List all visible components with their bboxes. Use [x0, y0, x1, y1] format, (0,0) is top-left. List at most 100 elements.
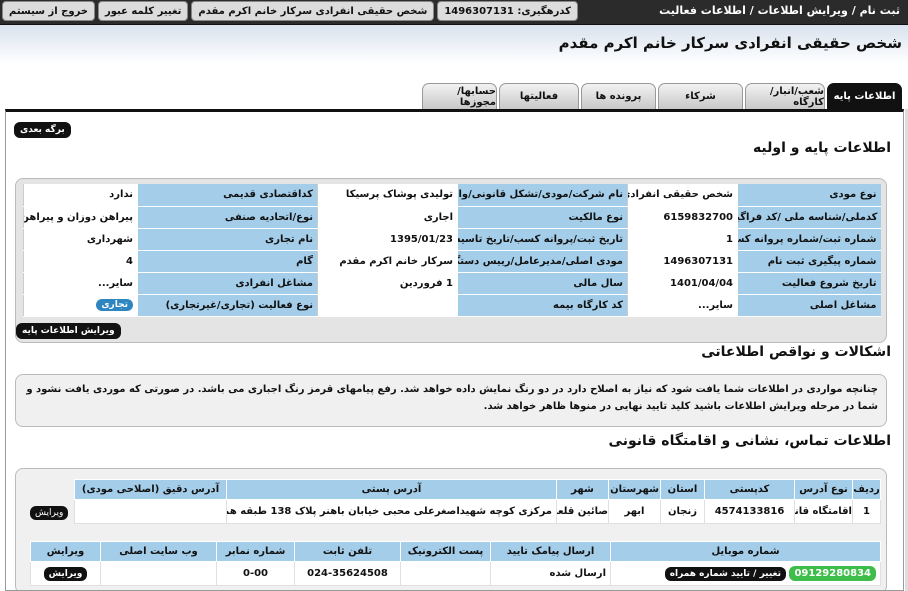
edit-basic-info-button[interactable]: ویرایش اطلاعات پایه — [16, 323, 121, 339]
info-value: تولیدی پوشاک پرسیکا — [317, 184, 458, 207]
info-label: نوع/اتحادیه صنفی — [137, 206, 318, 229]
info-value: 4 — [23, 250, 138, 273]
top-bar: ثبت نام / ویرایش اطلاعات / اطلاعات فعالی… — [0, 0, 908, 25]
exit-button[interactable]: خروج از سیستم — [2, 1, 96, 21]
contact-table: شماره موبایل ارسال پیامک تایید پست الکترون… — [30, 541, 881, 586]
column-header: وب سایت اصلی — [100, 541, 217, 562]
column-header: آدرس دقیق (اصلاحی مودی) — [74, 479, 227, 500]
tab-basic-info[interactable]: اطلاعات پایه — [827, 83, 902, 109]
info-row: نوع مودی شخص حقیقی انفرادی نام شرکت/مودی/ت… — [23, 184, 881, 207]
info-label: کدملی/شناسه ملی /کد فراگیر — [737, 206, 881, 229]
sms-status: ارسال شده — [490, 561, 611, 586]
address-cell: اقامتگاه قانونی — [794, 499, 853, 524]
column-header: کدپستی — [704, 479, 795, 500]
tracking-code-label: کدرهگیری: — [517, 6, 571, 17]
activity-type-badge: تجاری — [96, 299, 133, 311]
info-value: 6159832700 — [627, 206, 738, 229]
tab-activities[interactable]: فعالیتها — [499, 83, 579, 109]
mobile-number: 09129280834 — [789, 566, 876, 581]
mobile-cell: 09129280834 تغییر / تایید شماره همراه — [610, 561, 881, 586]
column-header: شماره موبایل — [610, 541, 881, 562]
info-value: سایر... — [627, 294, 738, 317]
contact-edit-button[interactable]: ویرایش — [43, 566, 88, 581]
table-row: 1اقامتگاه قانونی4574133816زنجانابهرصائین… — [74, 499, 881, 524]
issues-notice: چنانچه مواردی در اطلاعات شما یافت شود که… — [15, 374, 887, 427]
info-value: 1401/04/04 — [627, 272, 738, 295]
column-header: شهر — [556, 479, 609, 500]
next-page-button[interactable]: برگه بعدی — [14, 122, 71, 138]
info-value: اجاری — [317, 206, 458, 229]
column-header: پست الکترونیک — [400, 541, 491, 562]
address-cell: زنجان — [660, 499, 705, 524]
info-row: تاریخ شروع فعالیت 1401/04/04 سال مالی 1 فرو… — [23, 272, 881, 295]
address-cell: صائین قلعه — [556, 499, 609, 524]
tracking-code-value: 1496307131 — [444, 6, 514, 17]
tab-bar: اطلاعات پایه شعب/انبار/کارگاه شرکاء پرون… — [422, 83, 902, 109]
info-value: شخص حقیقی انفرادی — [627, 184, 738, 207]
info-row: شماره پیگیری ثبت نام 1496307131 مودی اصلی/… — [23, 250, 881, 273]
info-label: مشاغل انفرادی — [137, 272, 318, 295]
phone-cell: 024-35624508 — [294, 561, 401, 586]
address-table: ردیف نوع آدرس کدپستی استان شهرستان شهر آدرس پس… — [74, 479, 881, 524]
info-row: کدملی/شناسه ملی /کد فراگیر 6159832700 نوع … — [23, 206, 881, 229]
info-label: نوع فعالیت (تجاری/غیرتجاری) — [137, 294, 318, 317]
info-label: تاریخ شروع فعالیت — [737, 272, 881, 295]
info-label: نوع مالکیت — [457, 206, 628, 229]
info-row: مشاغل اصلی سایر... کد کارگاه بیمه نوع فعالی… — [23, 294, 881, 317]
info-value: شهرداری — [23, 228, 138, 251]
column-header: آدرس پستی — [226, 479, 557, 500]
info-value: سرکار خانم اکرم مقدم — [317, 250, 458, 273]
info-value: سایر... — [23, 272, 138, 295]
info-value: 1 فروردین — [317, 272, 458, 295]
mobile-change-button[interactable]: تغییر / تایید شماره همراه — [664, 567, 786, 581]
tab-files[interactable]: پرونده ها — [581, 83, 656, 109]
info-label: شماره پیگیری ثبت نام — [737, 250, 881, 273]
contact-edit-cell: ویرایش — [30, 561, 101, 586]
column-header: تلفن ثابت — [294, 541, 401, 562]
basic-section-title: اطلاعات پایه و اولیه — [752, 140, 891, 156]
column-header: استان — [660, 479, 705, 500]
address-cell: ابهر — [608, 499, 661, 524]
info-label: کد کارگاه بیمه — [457, 294, 628, 317]
issues-title: اشکالات و نواقص اطلاعاتی — [701, 344, 891, 360]
tab-accounts-licenses[interactable]: حسابها/مجوزها — [422, 83, 497, 109]
address-edit-button[interactable]: ویرایش — [30, 506, 69, 520]
info-label: مودی اصلی/مدیرعامل/رییس دستگاه — [457, 250, 628, 273]
basic-info-table: نوع مودی شخص حقیقی انفرادی نام شرکت/مودی/ت… — [23, 184, 881, 317]
info-label: گام — [137, 250, 318, 273]
info-value: تجاری — [23, 294, 138, 317]
tab-partners[interactable]: شرکاء — [658, 83, 743, 109]
info-label: تاریخ ثبت/پروانه کسب/تاریخ تاسیس — [457, 228, 628, 251]
address-section-title: اطلاعات تماس، نشانی و اقامتگاه قانونی — [608, 433, 891, 449]
info-value: 1496307131 — [627, 250, 738, 273]
info-value: 1395/01/23 — [317, 228, 458, 251]
column-header: نوع آدرس — [794, 479, 853, 500]
info-value: 1 — [627, 228, 738, 251]
breadcrumb: ثبت نام / ویرایش اطلاعات / اطلاعات فعالی… — [659, 4, 900, 17]
app-root: ثبت نام / ویرایش اطلاعات / اطلاعات فعالی… — [0, 0, 908, 591]
user-title-badge: شخص حقیقی انفرادی سرکار خانم اکرم مقدم — [191, 1, 435, 21]
info-value: ندارد — [23, 184, 138, 207]
address-cell: مرکزی کوچه شهیداصغرعلی محبی خیابان باهنر… — [226, 499, 557, 524]
fax-cell: 0-00 — [216, 561, 295, 586]
column-header: شماره نمابر — [216, 541, 295, 562]
column-header: شهرستان — [608, 479, 661, 500]
tab-branches[interactable]: شعب/انبار/کارگاه — [745, 83, 825, 109]
info-label: نوع مودی — [737, 184, 881, 207]
address-box: ردیف نوع آدرس کدپستی استان شهرستان شهر آدرس پس… — [15, 468, 887, 590]
info-label: شماره ثبت/شماره پروانه کسب — [737, 228, 881, 251]
column-header: ویرایش — [30, 541, 101, 562]
info-label: کداقتصادی قدیمی — [137, 184, 318, 207]
table-row: 09129280834 تغییر / تایید شماره همراه ار… — [30, 561, 881, 586]
basic-info-box: نوع مودی شخص حقیقی انفرادی نام شرکت/مودی/ت… — [15, 178, 887, 343]
content-panel: برگه بعدی اطلاعات پایه و اولیه نوع مودی ش… — [5, 109, 904, 591]
top-buttons: خروج از سیستم تغییر کلمه عبور شخص حقیقی … — [2, 1, 578, 21]
info-label: نام شرکت/مودی/تشکل قانونی/واحد صنفی — [457, 184, 628, 207]
website-cell — [100, 561, 217, 586]
address-cell: 1 — [852, 499, 881, 524]
change-password-button[interactable]: تغییر کلمه عبور — [98, 1, 189, 21]
column-header: ارسال پیامک تایید — [490, 541, 611, 562]
info-label: مشاغل اصلی — [737, 294, 881, 317]
address-cell — [74, 499, 227, 524]
info-label: سال مالی — [457, 272, 628, 295]
